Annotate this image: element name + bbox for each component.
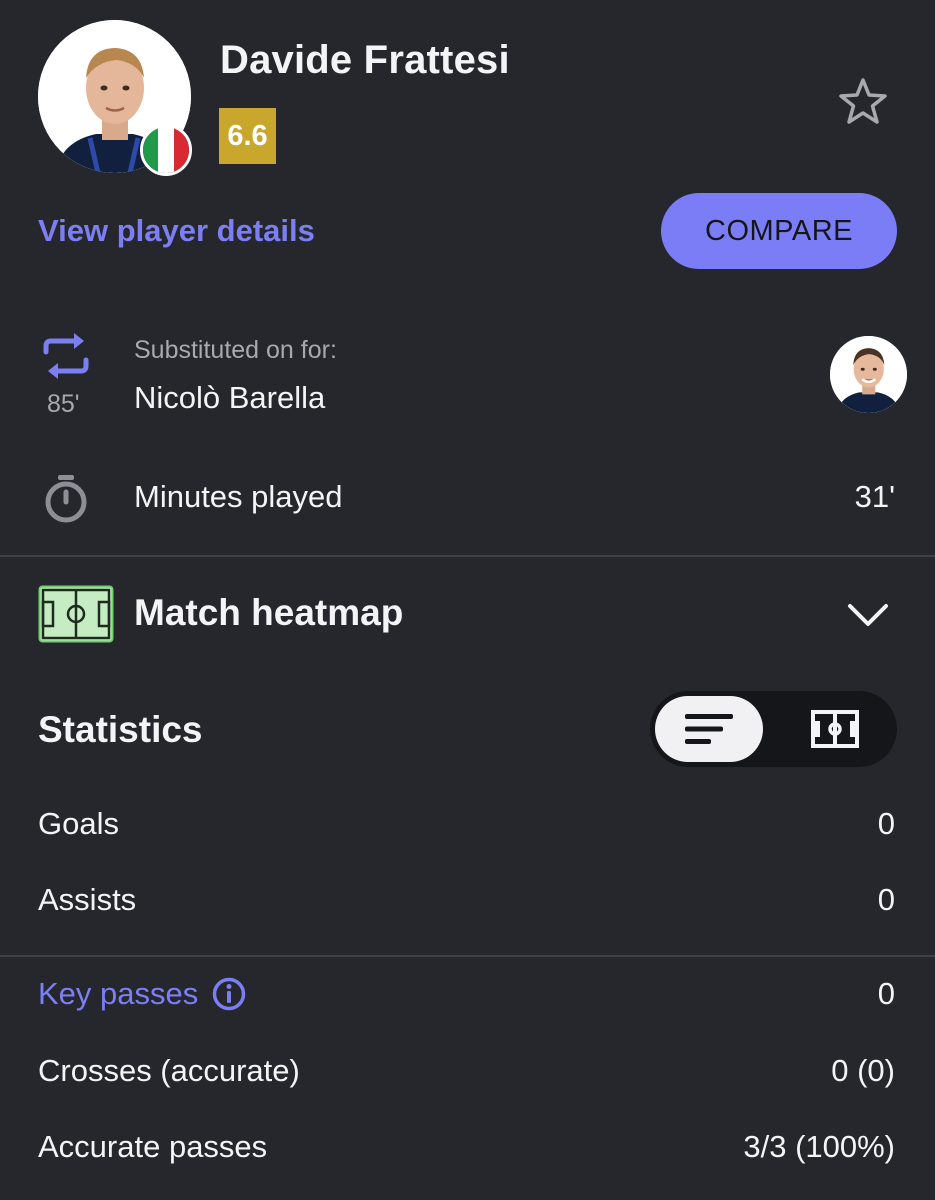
stat-label-accurate-passes: Accurate passes: [38, 1129, 268, 1164]
section-divider: [0, 555, 935, 557]
minutes-played-label: Minutes played: [134, 479, 343, 514]
substitution-arrows-icon: [40, 330, 92, 382]
substitution-minute: 85': [47, 390, 80, 418]
stat-value-crosses: 0 (0): [831, 1053, 895, 1088]
substitution-label: Substituted on for:: [134, 336, 337, 364]
player-name: Davide Frattesi: [220, 38, 510, 82]
stopwatch-icon: [40, 473, 92, 525]
stat-value-accurate-passes: 3/3 (100%): [743, 1129, 895, 1164]
pitch-view-icon[interactable]: [800, 704, 870, 754]
stat-value-key-passes: 0: [877, 976, 895, 1011]
rating-badge: 6.6: [219, 108, 276, 164]
compare-button[interactable]: COMPARE: [661, 193, 897, 269]
view-player-details-link[interactable]: View player details: [38, 213, 315, 249]
info-icon[interactable]: [212, 977, 246, 1011]
match-heatmap-title[interactable]: Match heatmap: [134, 592, 403, 634]
substituted-player-name[interactable]: Nicolò Barella: [134, 380, 325, 416]
minutes-played-value: 31': [854, 479, 895, 514]
list-view-icon[interactable]: [655, 696, 763, 762]
stat-label-crosses: Crosses (accurate): [38, 1053, 300, 1088]
stat-label-assists: Assists: [38, 882, 137, 917]
key-passes-link[interactable]: Key passes: [38, 976, 246, 1012]
pitch-icon: [38, 585, 114, 643]
stat-value-assists: 0: [877, 882, 895, 917]
star-outline-icon[interactable]: [836, 76, 890, 126]
key-passes-label[interactable]: Key passes: [38, 976, 198, 1012]
stats-divider: [0, 955, 935, 957]
stat-value-goals: 0: [877, 806, 895, 841]
stat-label-goals: Goals: [38, 806, 119, 841]
italy-flag-icon: [140, 124, 192, 176]
statistics-title: Statistics: [38, 709, 203, 750]
chevron-down-icon[interactable]: [846, 600, 890, 630]
substituted-player-avatar[interactable]: [830, 336, 907, 413]
